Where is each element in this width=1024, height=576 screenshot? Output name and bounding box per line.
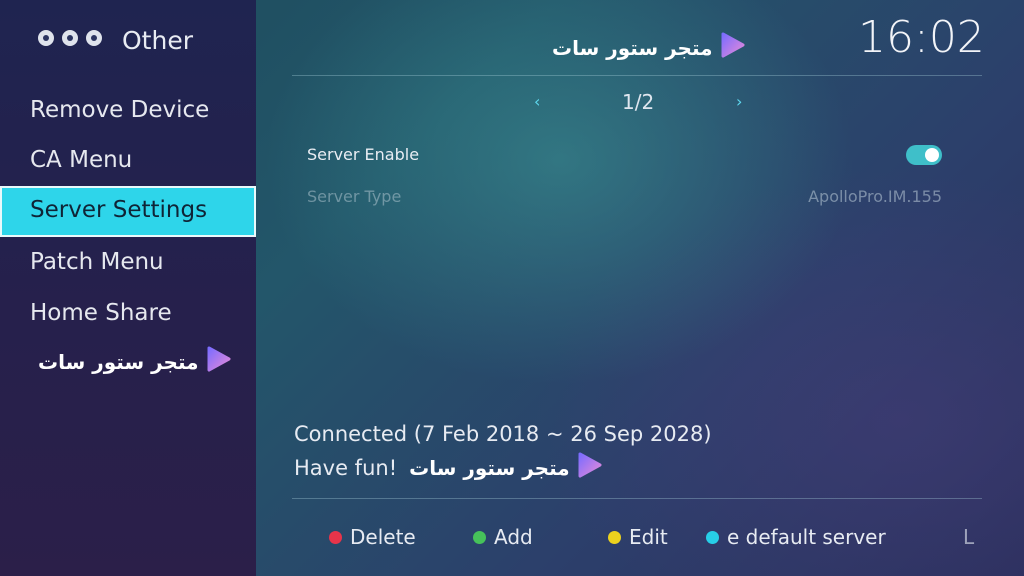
- sidebar-title: Other: [122, 26, 193, 55]
- green-key-icon: [473, 530, 486, 544]
- status-brand-text: متجر ستور سات: [409, 455, 570, 480]
- server-enable-toggle[interactable]: [906, 145, 942, 165]
- play-icon: [207, 346, 231, 377]
- play-icon: [721, 32, 745, 63]
- status-brand: متجر ستور سات: [409, 452, 602, 483]
- default-server-label: e default server: [727, 525, 886, 549]
- logo-dot: [38, 30, 54, 46]
- delete-label: Delete: [350, 525, 416, 549]
- play-icon: [578, 452, 602, 483]
- header-brand: متجر ستور سات: [552, 32, 745, 63]
- add-label: Add: [494, 525, 533, 549]
- header-brand-text: متجر ستور سات: [552, 35, 713, 60]
- clock: 16:02: [858, 12, 985, 63]
- server-type-label: Server Type: [307, 187, 402, 206]
- footer-trailing-label: L: [963, 525, 975, 549]
- sidebar-item-remove-device[interactable]: Remove Device: [0, 86, 256, 134]
- server-type-value: ApolloPro.IM.155: [808, 187, 942, 206]
- server-enable-label: Server Enable: [307, 145, 420, 164]
- sidebar-brand-text: متجر ستور سات: [38, 349, 199, 374]
- connection-status: Connected (7 Feb 2018 ~ 26 Sep 2028): [294, 422, 712, 446]
- sidebar-brand: متجر ستور سات: [38, 346, 231, 377]
- app-logo: [38, 30, 102, 46]
- edit-label: Edit: [629, 525, 668, 549]
- default-server-button[interactable]: e default server: [706, 525, 886, 549]
- blue-key-icon: [706, 530, 719, 544]
- page-indicator: 1/2: [622, 90, 655, 114]
- footer-divider: [292, 498, 982, 499]
- header-divider: [292, 75, 982, 76]
- sidebar-item-patch-menu[interactable]: Patch Menu: [0, 238, 256, 286]
- add-button[interactable]: Add: [473, 525, 533, 549]
- sidebar-item-ca-menu[interactable]: CA Menu: [0, 136, 256, 184]
- logo-dot: [86, 30, 102, 46]
- sidebar-item-server-settings[interactable]: Server Settings: [0, 186, 256, 237]
- yellow-key-icon: [608, 530, 621, 544]
- red-key-icon: [329, 530, 342, 544]
- logo-dot: [62, 30, 78, 46]
- chevron-right-icon[interactable]: ›: [736, 92, 742, 111]
- sidebar-item-home-share[interactable]: Home Share: [0, 289, 256, 337]
- sidebar: Other Remove Device CA Menu Server Setti…: [0, 0, 256, 576]
- chevron-left-icon[interactable]: ‹: [534, 92, 540, 111]
- edit-button[interactable]: Edit: [608, 525, 668, 549]
- have-fun-text: Have fun!: [294, 455, 398, 480]
- delete-button[interactable]: Delete: [329, 525, 416, 549]
- have-fun-line: Have fun! متجر ستور سات: [294, 452, 602, 483]
- toggle-knob: [925, 148, 939, 162]
